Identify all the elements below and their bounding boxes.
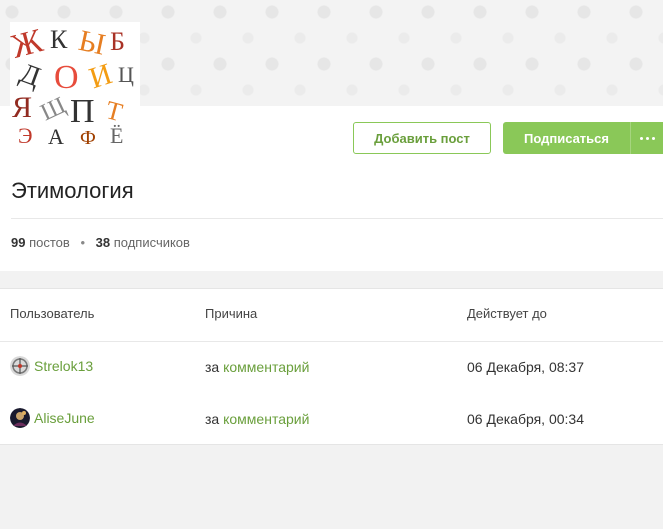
header-reason: Причина	[205, 306, 258, 321]
svg-text:К: К	[50, 25, 68, 54]
svg-text:Б: Б	[110, 27, 125, 56]
stats-separator: •	[80, 235, 85, 250]
reason-cell: за комментарий	[205, 359, 309, 375]
reason-link[interactable]: комментарий	[223, 411, 309, 427]
community-avatar: Ж К Ы Б Д О И Ц Я Щ П Т Э А Ф Ё	[10, 22, 140, 145]
reason-link[interactable]: комментарий	[223, 359, 309, 375]
user-cell: AliseJune	[10, 408, 95, 428]
table-header-divider	[0, 341, 663, 342]
svg-text:Ё: Ё	[110, 123, 123, 145]
svg-text:Ц: Ц	[118, 62, 134, 87]
user-avatar[interactable]	[10, 356, 30, 376]
posts-count: 99	[11, 235, 26, 250]
reason-prefix: за	[205, 359, 220, 375]
ellipsis-icon[interactable]	[631, 122, 663, 154]
user-link[interactable]: AliseJune	[34, 410, 95, 426]
svg-text:А: А	[48, 124, 64, 145]
svg-text:О: О	[54, 59, 79, 96]
posts-label: постов	[29, 235, 70, 250]
user-link[interactable]: Strelok13	[34, 358, 93, 374]
dot	[651, 136, 655, 140]
dot	[645, 136, 649, 140]
user-avatar[interactable]	[10, 408, 30, 428]
until-cell: 06 Декабря, 00:34	[467, 411, 584, 427]
community-title: Этимология	[11, 178, 134, 203]
dot	[639, 136, 643, 140]
svg-text:П: П	[70, 93, 95, 130]
svg-text:Я: Я	[12, 91, 32, 124]
table-row: AliseJune за комментарий 06 Декабря, 00:…	[0, 408, 663, 432]
subscribe-button[interactable]: Подписаться	[503, 131, 630, 146]
add-post-button[interactable]: Добавить пост	[353, 122, 491, 154]
community-stats: 99 постов • 38 подписчиков	[11, 235, 190, 250]
subscribers-label: подписчиков	[113, 235, 190, 250]
subscribe-button-group: Подписаться	[503, 122, 663, 154]
table-row: Strelok13 за комментарий 06 Декабря, 08:…	[0, 356, 663, 380]
reason-cell: за комментарий	[205, 411, 309, 427]
reason-prefix: за	[205, 411, 220, 427]
subscribers-count: 38	[95, 235, 111, 250]
user-cell: Strelok13	[10, 356, 93, 376]
bans-table: Пользователь Причина Действует до Strelo…	[0, 288, 663, 445]
until-cell: 06 Декабря, 08:37	[467, 359, 584, 375]
header-user: Пользователь	[10, 306, 95, 321]
header-until: Действует до	[467, 306, 547, 321]
svg-text:Ф: Ф	[80, 127, 96, 145]
header-divider	[11, 218, 663, 219]
svg-text:Э: Э	[18, 123, 33, 145]
